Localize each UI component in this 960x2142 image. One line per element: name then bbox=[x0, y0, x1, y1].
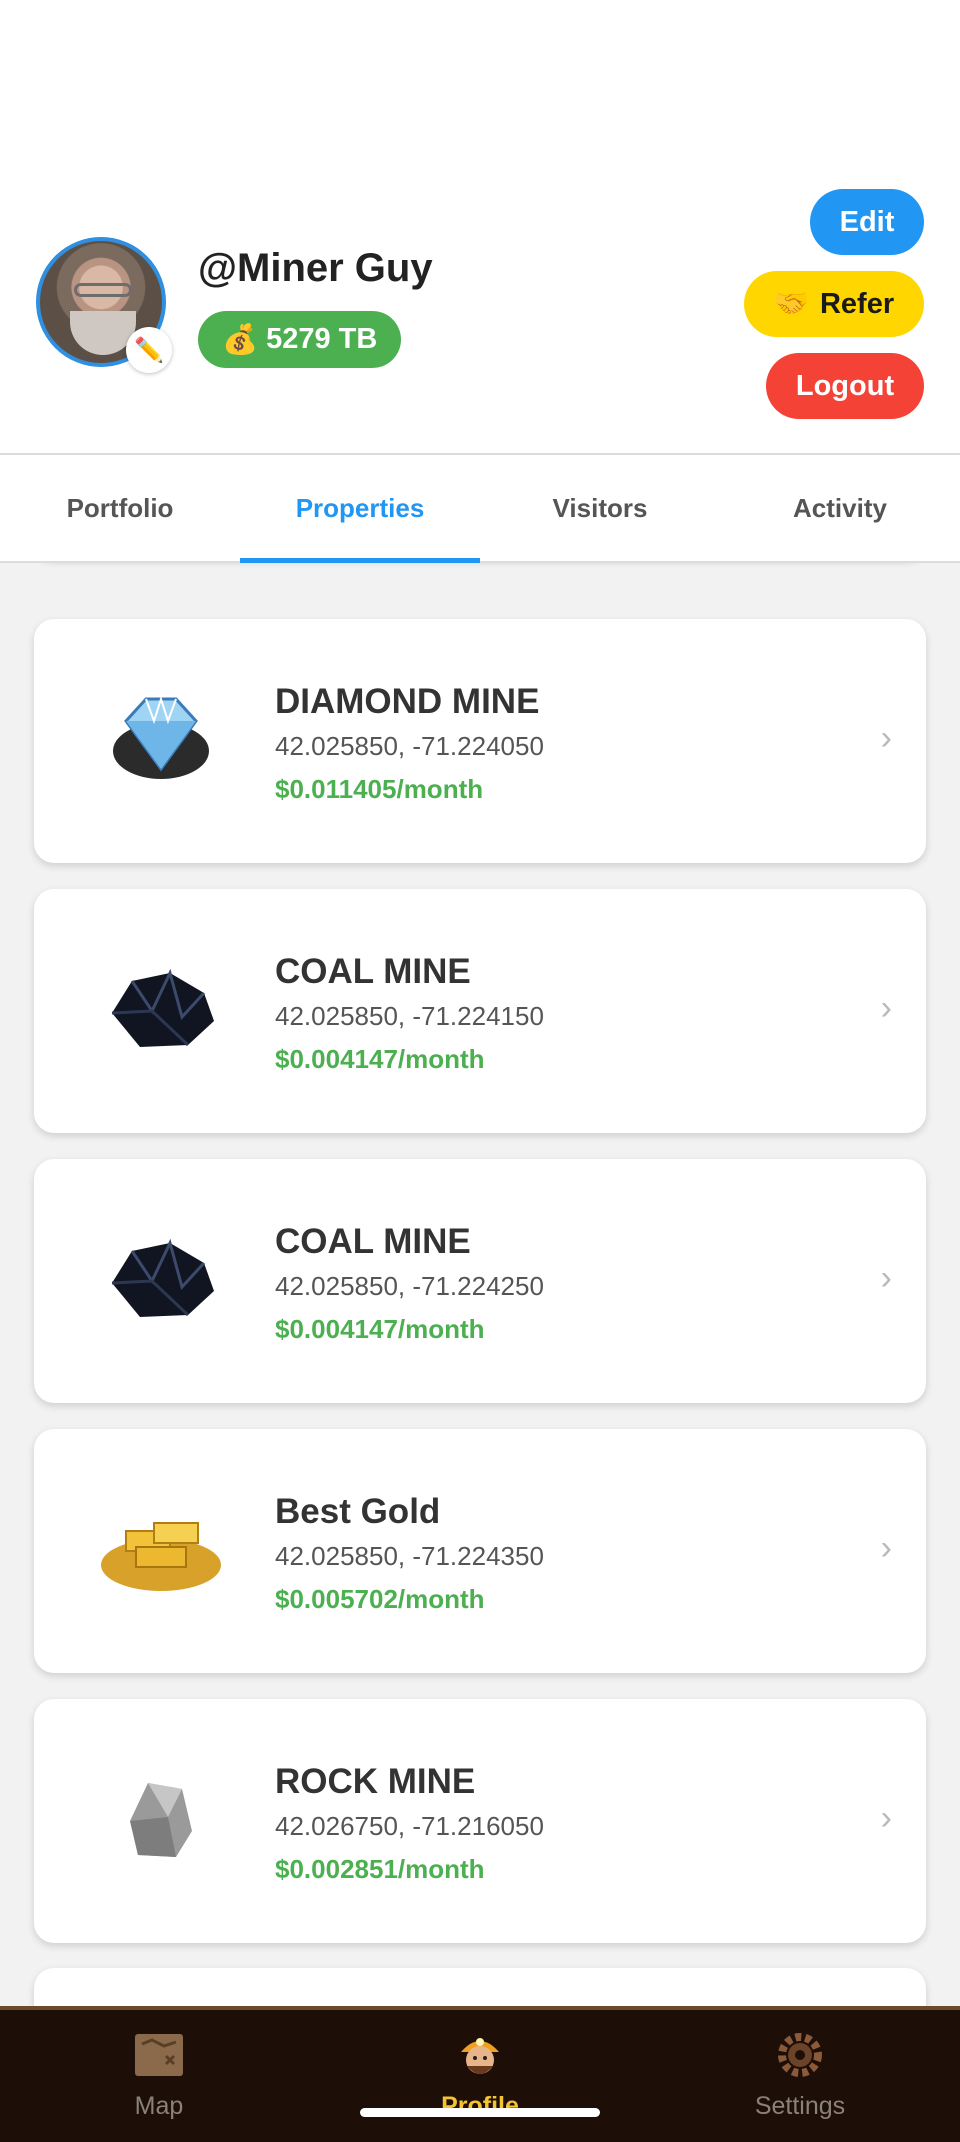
property-coords: 42.025850, -71.224350 bbox=[275, 1541, 544, 1571]
home-indicator[interactable] bbox=[360, 2108, 600, 2117]
tab-visitors[interactable]: Visitors bbox=[480, 455, 720, 561]
property-card[interactable]: COAL MINE 42.025850, -71.224250 $0.00414… bbox=[34, 1159, 926, 1403]
handshake-icon: 🤝 bbox=[773, 288, 810, 320]
tab-activity[interactable]: Activity bbox=[720, 455, 960, 561]
property-card[interactable]: ROCK MINE 42.026750, -71.216050 $0.00285… bbox=[34, 1699, 926, 1943]
property-price: $0.004147/month bbox=[275, 1314, 485, 1344]
username: @Miner Guy bbox=[198, 246, 433, 290]
property-card[interactable]: DIAMOND MINE 42.025850, -71.224050 $0.01… bbox=[34, 619, 926, 863]
property-card[interactable]: COAL MINE 42.025850, -71.224150 $0.00414… bbox=[34, 889, 926, 1133]
properties-list[interactable]: DIAMOND MINE 42.025850, -71.224050 $0.01… bbox=[0, 563, 960, 2006]
nav-label: Map bbox=[134, 2092, 184, 2120]
property-price: $0.004147/month bbox=[275, 1044, 485, 1074]
nav-label: Settings bbox=[754, 2092, 846, 2120]
money-bag-icon: 💰 bbox=[222, 323, 259, 356]
nav-map[interactable]: Map bbox=[59, 2028, 259, 2121]
edit-avatar-pencil-icon[interactable]: ✏️ bbox=[126, 327, 172, 373]
tab-label: Portfolio bbox=[66, 492, 174, 523]
property-card[interactable]: Best Gold 42.025850, -71.224350 $0.00570… bbox=[34, 1429, 926, 1673]
chevron-right-icon: › bbox=[880, 1529, 892, 1567]
miner-icon bbox=[461, 2038, 499, 2074]
gear-icon bbox=[778, 2033, 822, 2077]
refer-button[interactable]: 🤝 Refer bbox=[744, 271, 924, 337]
chevron-right-icon: › bbox=[880, 1799, 892, 1837]
tab-label: Activity bbox=[793, 492, 887, 523]
property-title: ROCK MINE bbox=[275, 1762, 476, 1801]
chevron-right-icon: › bbox=[880, 989, 892, 1027]
chevron-right-icon: › bbox=[880, 719, 892, 757]
nav-settings[interactable]: Settings bbox=[700, 2028, 900, 2121]
rock-icon bbox=[130, 1783, 192, 1857]
property-coords: 42.025850, -71.224150 bbox=[275, 1001, 544, 1031]
property-price: $0.011405/month bbox=[275, 774, 484, 804]
avatar-glasses bbox=[74, 283, 132, 297]
tab-portfolio[interactable]: Portfolio bbox=[0, 455, 240, 561]
map-icon bbox=[135, 2034, 183, 2076]
logout-button-label: Logout bbox=[795, 369, 895, 402]
property-title: Best Gold bbox=[275, 1492, 441, 1531]
property-coords: 42.025850, -71.224050 bbox=[275, 731, 544, 761]
property-card-partial[interactable] bbox=[34, 1968, 926, 2006]
property-price: $0.002851/month bbox=[275, 1854, 485, 1884]
refer-button-label: Refer bbox=[819, 287, 895, 320]
logout-button[interactable]: Logout bbox=[766, 353, 924, 419]
property-coords: 42.025850, -71.224250 bbox=[275, 1271, 544, 1301]
tab-label: Visitors bbox=[552, 492, 648, 523]
property-title: COAL MINE bbox=[275, 1222, 471, 1261]
balance-badge: 💰 5279 TB bbox=[198, 311, 402, 368]
coal-icon bbox=[111, 968, 214, 1047]
tab-properties[interactable]: Properties bbox=[240, 455, 480, 563]
property-title: COAL MINE bbox=[275, 952, 471, 991]
profile-tabs: Portfolio Properties Visitors Activity bbox=[0, 455, 960, 563]
edit-button[interactable]: Edit bbox=[810, 189, 924, 255]
property-title: DIAMOND MINE bbox=[275, 682, 540, 721]
property-price: $0.005702/month bbox=[275, 1584, 485, 1614]
diamond-icon bbox=[113, 695, 209, 779]
bottom-nav: Map Profile Settings bbox=[0, 2006, 960, 2142]
balance-value: 5279 TB bbox=[266, 323, 378, 355]
profile-header: ✏️ @Miner Guy 💰 5279 TB Edit 🤝 Refer Log… bbox=[0, 0, 960, 455]
edit-button-label: Edit bbox=[839, 205, 895, 238]
property-coords: 42.026750, -71.216050 bbox=[275, 1811, 544, 1841]
chevron-right-icon: › bbox=[880, 1259, 892, 1297]
coal-icon bbox=[111, 1238, 214, 1317]
tab-label: Properties bbox=[295, 492, 425, 523]
gold-icon bbox=[101, 1522, 221, 1591]
